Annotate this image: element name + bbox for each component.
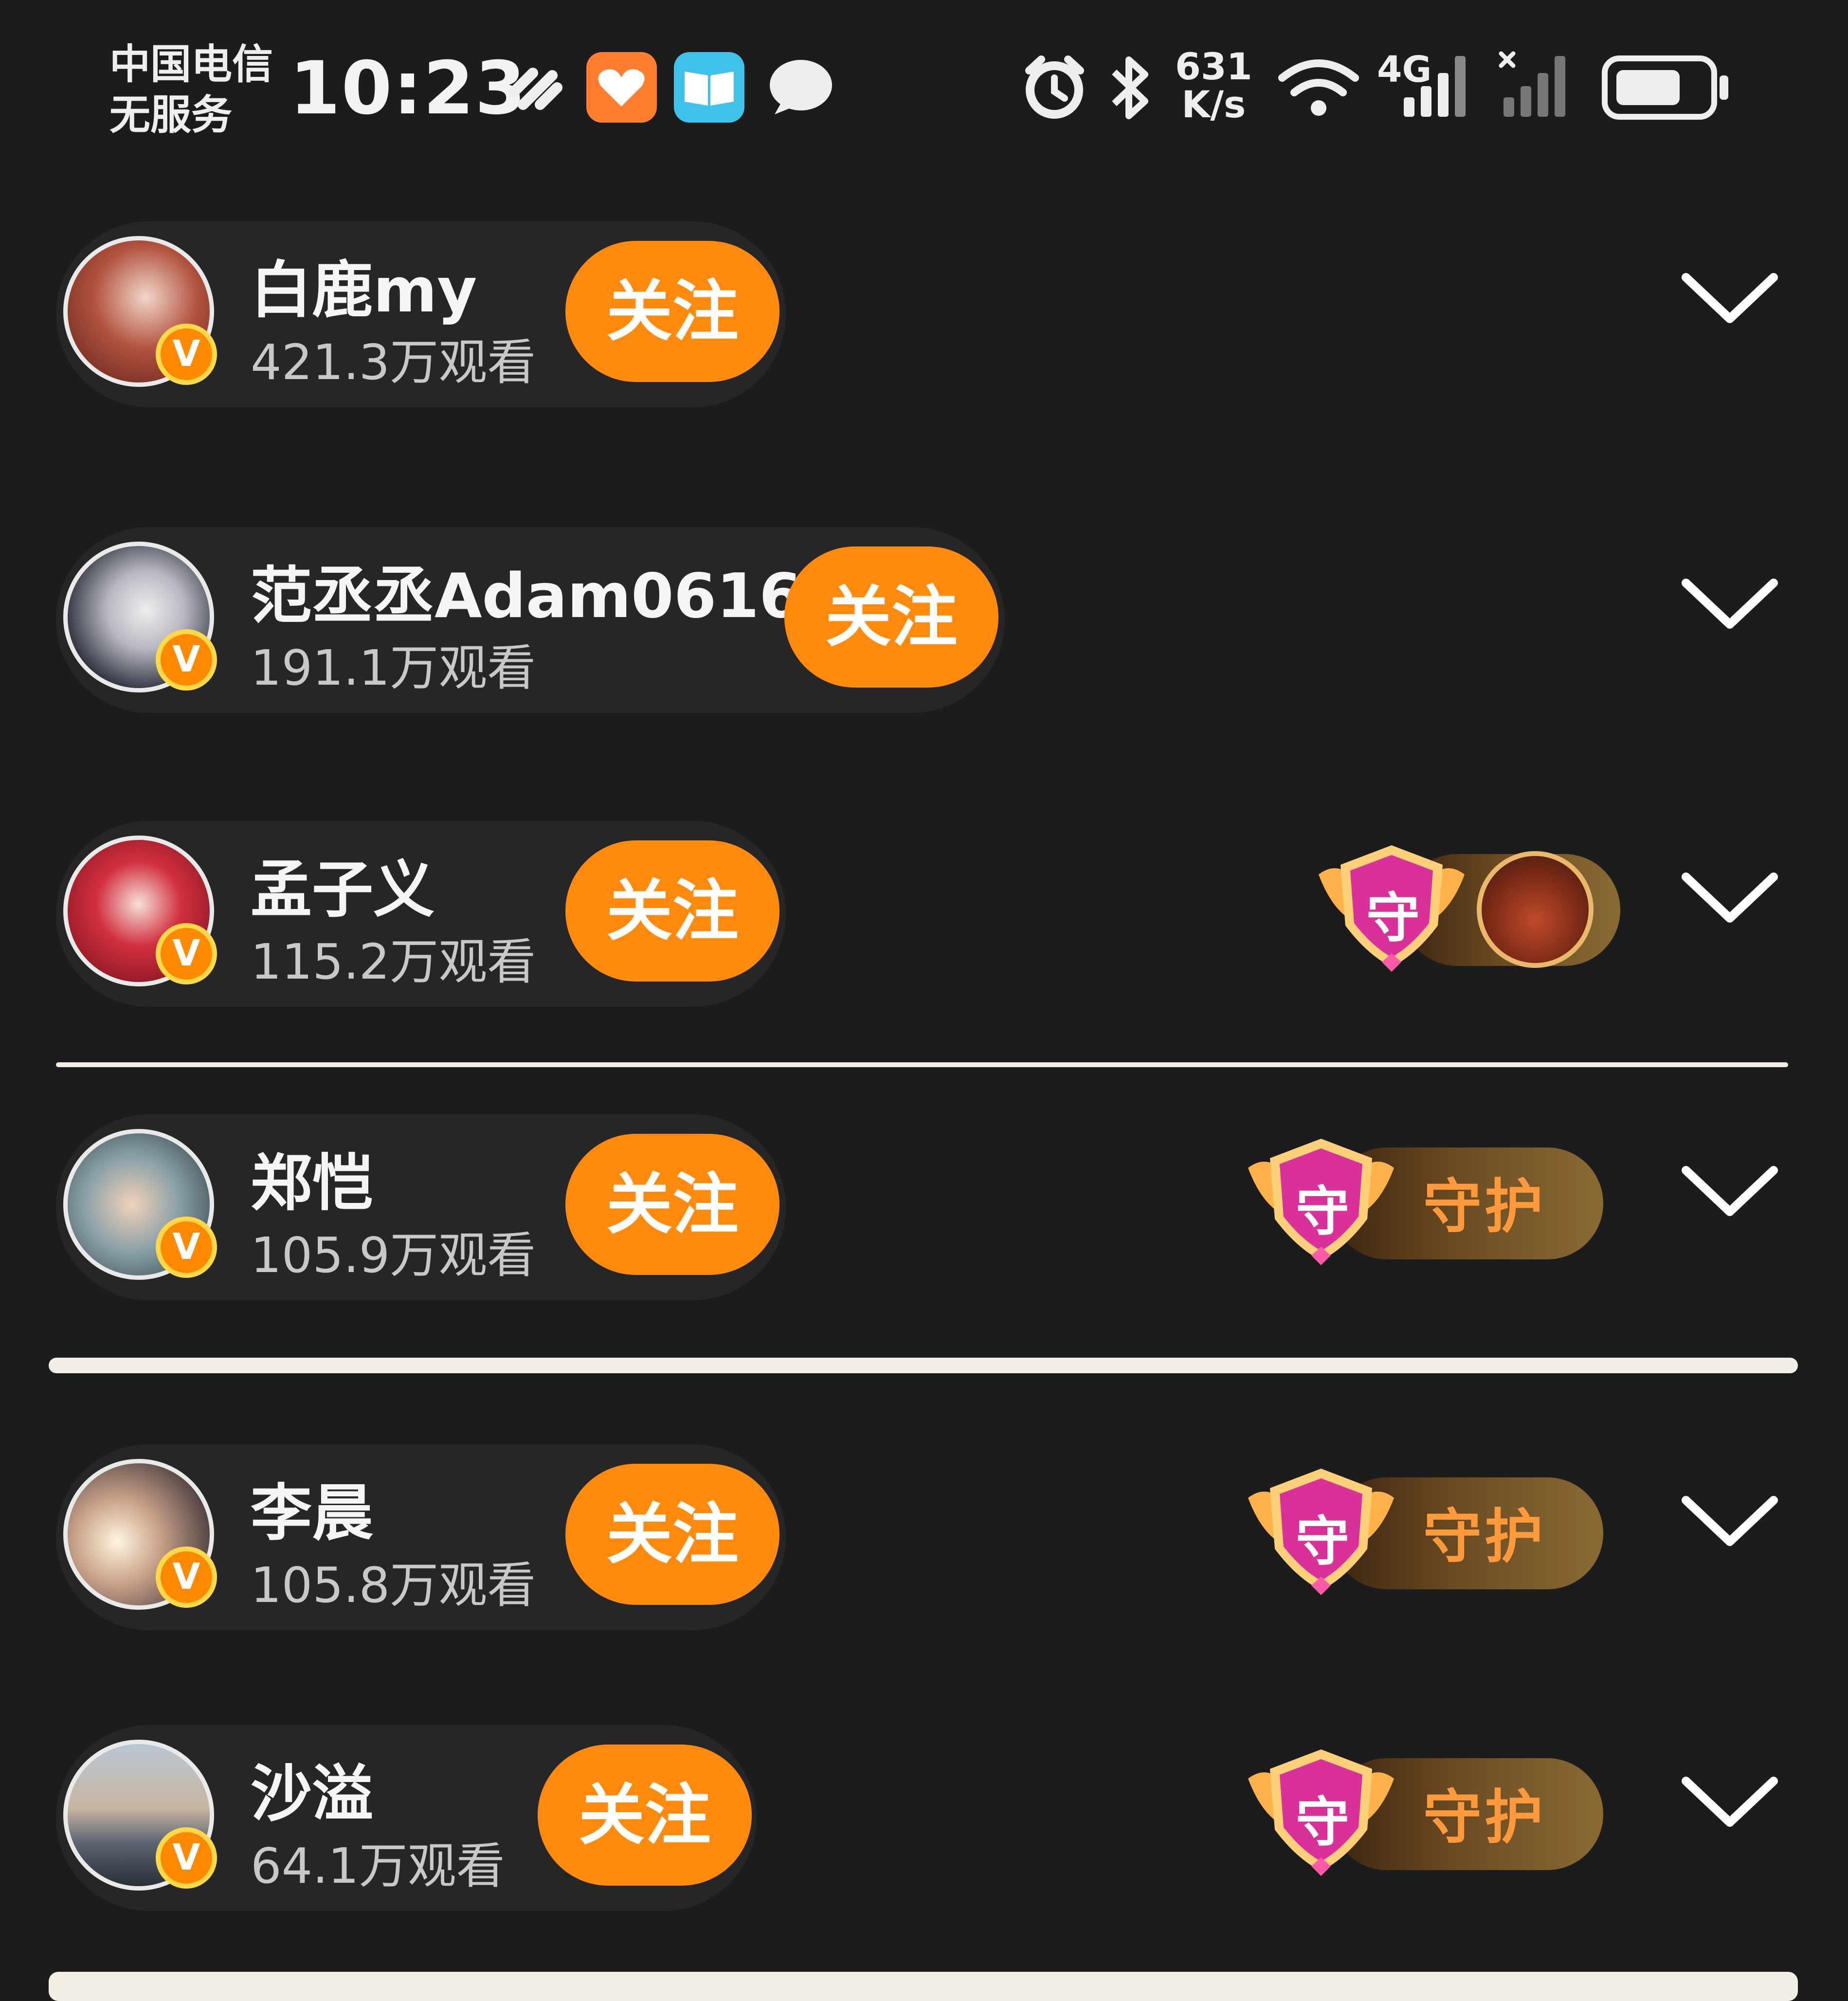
view-count: 64.1万观看: [251, 1837, 505, 1894]
view-count: 421.3万观看: [251, 334, 536, 391]
streamer-name: 沙溢: [251, 1758, 373, 1830]
streamer-row[interactable]: V 孟子义 115.2万观看 关注 守: [0, 821, 1848, 1025]
alarm-icon: [1025, 55, 1084, 119]
guard-badge-char: 守: [1296, 1510, 1349, 1573]
follow-button[interactable]: 关注: [565, 241, 779, 382]
divider: [56, 1062, 1788, 1067]
streamer-row[interactable]: V 沙溢 64.1万观看 关注 守 守护: [0, 1725, 1848, 1929]
carrier-info: 中国电信 无服务: [109, 39, 273, 140]
chevron-down-icon[interactable]: [1679, 568, 1781, 637]
verified-icon: V: [156, 1546, 217, 1608]
bluetooth-icon: [1112, 56, 1148, 119]
chevron-down-icon[interactable]: [1679, 1156, 1781, 1224]
chevron-down-icon[interactable]: [1679, 263, 1781, 331]
verified-icon: V: [156, 324, 217, 385]
view-count: 105.8万观看: [251, 1557, 536, 1614]
chevron-down-icon[interactable]: [1679, 862, 1781, 930]
status-bar: 中国电信 无服务 10:23 631 K/s 4G: [0, 0, 1848, 161]
bottom-panel-edge: [49, 1972, 1798, 2001]
guard-label: 守护: [1423, 1784, 1546, 1852]
guard-badge-char: 守: [1296, 1791, 1349, 1854]
guard-avatar: [1477, 851, 1594, 968]
guard-badge[interactable]: 守 守护: [1238, 1745, 1608, 1886]
chevron-down-icon[interactable]: [1679, 1766, 1781, 1835]
streamer-name: 范丞丞Adam0616: [251, 560, 802, 632]
net-speed-unit: K/s: [1181, 83, 1246, 126]
net-speed-value: 631: [1175, 45, 1252, 88]
service-status: 无服务: [109, 91, 233, 139]
guard-label: 守护: [1423, 1503, 1546, 1571]
streamer-name: 李晨: [251, 1477, 373, 1549]
follow-button[interactable]: 关注: [784, 546, 998, 688]
no-signal-icon: [1499, 51, 1565, 117]
verified-icon: V: [156, 1217, 217, 1278]
guard-badge[interactable]: 守: [1309, 840, 1679, 982]
carrier-name: 中国电信: [109, 40, 273, 88]
link-icon: [508, 68, 562, 110]
view-count: 191.1万观看: [251, 639, 536, 696]
chevron-down-icon[interactable]: [1679, 1486, 1781, 1554]
view-count: 105.9万观看: [251, 1227, 536, 1284]
streamer-name: 白鹿my: [251, 255, 477, 326]
chat-bubble-icon: [770, 60, 832, 114]
app-health-icon: [586, 52, 657, 123]
verified-icon: V: [156, 629, 217, 691]
streamer-row[interactable]: V 范丞丞Adam0616 191.1万观看 关注: [0, 527, 1848, 731]
streamer-row[interactable]: V 白鹿my 421.3万观看 关注: [0, 221, 1848, 426]
verified-icon: V: [156, 1827, 217, 1889]
guard-label: 守护: [1423, 1173, 1546, 1241]
net-speed: 631 K/s: [1175, 48, 1252, 124]
app-book-icon: [674, 52, 744, 123]
view-count: 115.2万观看: [251, 933, 536, 990]
streamer-row[interactable]: V 李晨 105.8万观看 关注 守 守护: [0, 1444, 1848, 1649]
divider: [49, 1358, 1798, 1373]
status-time: 10:23: [290, 46, 527, 131]
signal-icon: [1404, 56, 1466, 117]
verified-icon: V: [156, 923, 217, 984]
guard-badge[interactable]: 守 守护: [1238, 1134, 1608, 1275]
guard-badge[interactable]: 守 守护: [1238, 1464, 1608, 1605]
follow-button[interactable]: 关注: [538, 1745, 752, 1886]
streamer-row[interactable]: V 郑恺 105.9万观看 关注 守 守护: [0, 1114, 1848, 1319]
follow-button[interactable]: 关注: [565, 840, 779, 982]
battery-icon: [1602, 55, 1728, 120]
streamer-name: 孟子义: [251, 854, 435, 926]
follow-button[interactable]: 关注: [565, 1134, 779, 1275]
wifi-icon: [1278, 59, 1359, 116]
streamer-name: 郑恺: [251, 1147, 373, 1219]
follow-button[interactable]: 关注: [565, 1464, 779, 1605]
guard-badge-char: 守: [1296, 1181, 1349, 1243]
guard-badge-char: 守: [1366, 887, 1420, 949]
